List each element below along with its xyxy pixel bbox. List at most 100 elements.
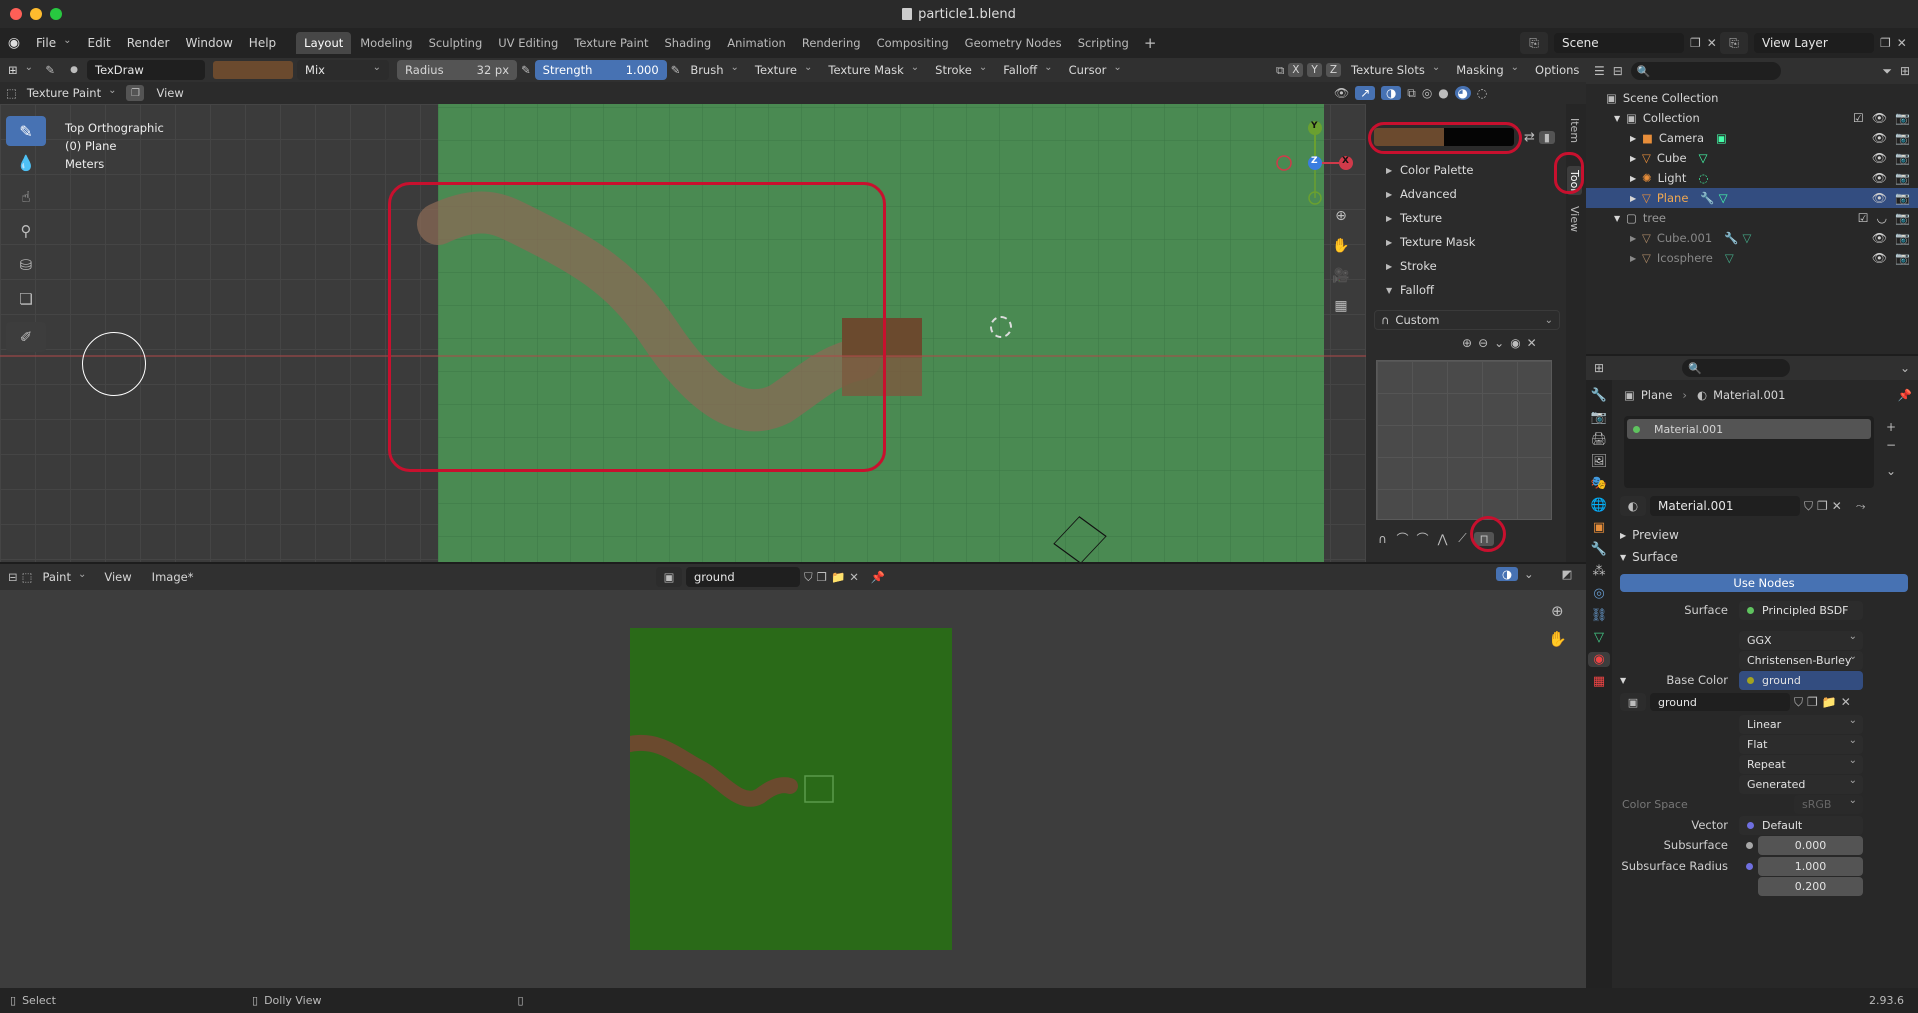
rendered-shading-icon[interactable]: ◌ [1477,86,1487,100]
unlink-material-icon[interactable]: ✕ [1832,499,1842,513]
base-color-field[interactable]: ground [1739,670,1863,690]
view-layer-tab-icon[interactable]: 🖼 [1591,454,1608,469]
section-texture[interactable]: ▶ Texture [1366,206,1562,230]
zoom-in-icon[interactable]: ⊕ [1462,336,1472,350]
visibility-icon[interactable]: 👁 [1334,86,1349,100]
masking-menu[interactable]: Masking [1450,60,1525,80]
material-shading-icon[interactable]: ◕ [1454,86,1471,100]
camera-render-icon[interactable]: 📷 [1895,131,1910,145]
image-zoom-icon[interactable]: ⊕ [1548,602,1567,620]
image-editor-canvas[interactable]: ⊕ ✋ [0,590,1586,988]
overlay-dropdown-icon[interactable]: ⌄ [1524,567,1534,581]
eye-icon[interactable]: 👁 [1872,151,1887,165]
zoom-out-icon[interactable]: ⊖ [1478,336,1488,350]
surface-section[interactable]: ▼ Surface [1620,546,1678,568]
clone-tool-icon[interactable]: ⚲ [6,214,46,248]
camera-render-icon[interactable]: 📷 [1895,151,1910,165]
use-nodes-button[interactable]: Use Nodes [1620,574,1908,592]
extension-select[interactable]: Repeat [1739,754,1863,774]
outliner-item-cube-001[interactable]: ▶ ▽ Cube.001 🔧 ▽ 👁 📷 [1586,228,1918,248]
brush-tool-icon[interactable]: ✎ [39,63,61,77]
interpolation-select[interactable]: Linear [1739,714,1863,734]
section-color-palette[interactable]: ▶ Color Palette [1366,158,1562,182]
mirror-z-toggle[interactable]: Z [1325,63,1342,77]
sharp-curve-icon[interactable]: ⋀ [1434,532,1451,546]
texture-tab-icon[interactable]: ▦ [1593,674,1605,689]
close-window-button[interactable] [10,8,22,20]
subsurface-radius-x[interactable]: 1.000 [1758,856,1863,876]
camera-view-icon[interactable]: 🎥 [1330,266,1352,286]
collection-checkbox[interactable]: ☑ [1853,111,1864,125]
viewport-view-menu[interactable]: View [148,86,191,100]
menu-file[interactable]: File [28,33,79,53]
new-collection-icon[interactable]: ⊞ [1900,64,1910,78]
editor-type-icon[interactable]: ⊞ [6,60,35,80]
menu-window[interactable]: Window [177,36,240,50]
brush-data-icon[interactable]: ● [65,65,83,75]
camera-render-icon[interactable]: 📷 [1895,171,1910,185]
solid-shading-icon[interactable]: ● [1438,86,1448,100]
remove-view-layer-icon[interactable]: ✕ [1897,36,1907,50]
section-advanced[interactable]: ▶ Advanced [1366,182,1562,206]
linear-curve-icon[interactable]: ⟋ [1454,531,1471,546]
cursor-menu[interactable]: Cursor [1063,60,1128,80]
swap-colors-icon[interactable]: ⇄ [1524,130,1535,145]
material-slots-list[interactable]: Material.001 [1624,416,1874,488]
eye-icon[interactable]: 👁 [1872,111,1887,125]
fill-tool-icon[interactable]: ⛁ [6,248,46,282]
fake-user-icon[interactable]: ⛉ [804,570,813,585]
fake-user-icon[interactable]: ⛉ [1804,499,1813,514]
texture-menu[interactable]: Texture [749,60,819,80]
ortho-grid-icon[interactable]: ▦ [1330,296,1352,316]
add-slot-icon[interactable]: + [1886,420,1896,434]
material-slot-item[interactable]: Material.001 [1627,419,1871,439]
eye-icon[interactable]: 👁 [1872,131,1887,145]
fake-user-icon[interactable]: ⛉ [1794,695,1803,710]
clip-icon[interactable]: ◉ [1510,336,1520,350]
draw-tool-icon[interactable]: ✎ [6,116,46,146]
display-mode-icon[interactable]: ⊟ [1613,64,1623,78]
camera-render-icon[interactable]: 📷 [1895,251,1910,265]
tool-tab-icon[interactable]: 🔧 [1591,388,1607,403]
new-image-icon[interactable]: ❐ [817,570,827,584]
outliner-item-plane[interactable]: ▶ ▽ Plane 🔧 ▽ 👁 📷 [1586,188,1918,208]
maximize-window-button[interactable] [50,8,62,20]
pin-icon[interactable]: 📌 [1898,388,1912,402]
preview-section[interactable]: ▶ Preview [1620,524,1679,546]
color-space-select[interactable]: sRGB [1794,794,1863,814]
scene-tab-icon[interactable]: 🎭 [1591,476,1607,491]
properties-search[interactable]: 🔍 [1682,359,1791,377]
distribution-select[interactable]: GGX [1739,630,1863,650]
wireframe-shading-icon[interactable]: ◎ [1422,86,1432,100]
new-image-icon[interactable]: ❐ [1807,695,1818,709]
section-falloff[interactable]: ▼ Falloff [1366,278,1562,302]
image-editor-type-icon[interactable]: ⊟ [8,570,18,584]
image-mode-select[interactable]: Paint [37,567,93,587]
falloff-menu[interactable]: Falloff [997,60,1058,80]
tab-scripting[interactable]: Scripting [1071,32,1136,54]
eye-icon[interactable]: 👁 [1872,251,1887,265]
subsurface-radius-y[interactable]: 0.200 [1758,876,1863,896]
eye-hidden-icon[interactable]: ◡ [1877,211,1887,225]
tab-sculpting[interactable]: Sculpting [422,32,490,54]
tab-modeling[interactable]: Modeling [353,32,419,54]
constraints-tab-icon[interactable]: ⛓ [1591,608,1608,623]
mode-select[interactable]: Texture Paint [21,83,123,103]
mirror-y-toggle[interactable]: Y [1307,63,1322,77]
pan-hand-icon[interactable]: ✋ [1330,236,1352,256]
collection-checkbox[interactable]: ☑ [1858,211,1869,225]
view-layer-field[interactable]: View Layer [1754,33,1874,53]
new-view-layer-icon[interactable]: ❐ [1880,36,1891,50]
eye-icon[interactable]: 👁 [1872,231,1887,245]
scene-name-field[interactable]: Scene [1554,33,1684,53]
link-mode-icon[interactable]: ⤳ [1856,499,1866,514]
texture-image-field[interactable]: ground [1650,693,1790,711]
texture-slots-menu[interactable]: Texture Slots [1345,60,1446,80]
collection-row[interactable]: ▼ ▣ Collection ☑ 👁 📷 [1586,108,1918,128]
tab-layout[interactable]: Layout [296,32,352,54]
falloff-curve-graph[interactable] [1376,360,1552,520]
physics-tab-icon[interactable]: ◎ [1593,586,1604,601]
tab-rendering[interactable]: Rendering [795,32,868,54]
display-channels-icon[interactable]: ◩ [1562,567,1573,581]
surface-shader-field[interactable]: Principled BSDF [1739,600,1863,620]
